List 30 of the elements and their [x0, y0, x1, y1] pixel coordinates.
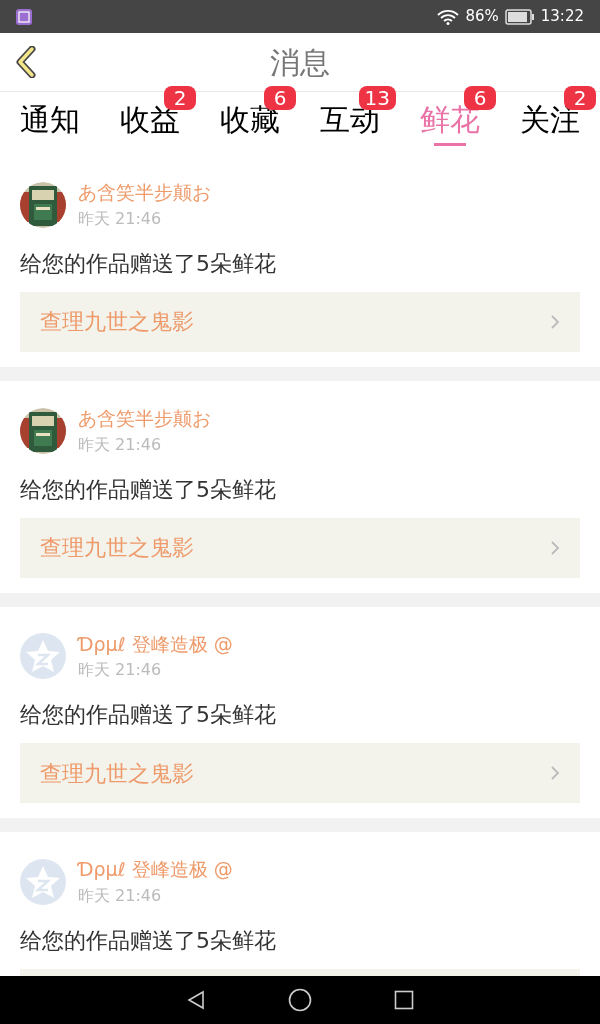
back-icon[interactable]	[186, 990, 206, 1010]
count-badge: 2	[164, 86, 196, 110]
message-text: 给您的作品赠送了5朵鲜花	[20, 249, 277, 278]
message-time: 昨天 21:46	[78, 660, 163, 681]
user-name: Ɗρμℓ 登峰造极 @	[78, 858, 233, 882]
wifi-icon	[437, 8, 460, 25]
page-title: 消息	[270, 43, 330, 82]
message-text: 给您的作品赠送了5朵鲜花	[20, 927, 277, 955]
message-time: 昨天 21:46	[78, 208, 163, 229]
user-name: あ含笑半步颠お	[78, 406, 211, 431]
home-icon[interactable]	[288, 988, 312, 1012]
battery-icon	[504, 8, 535, 25]
tab[interactable]: 互动 13	[300, 86, 400, 149]
chevron-right-icon	[550, 313, 560, 330]
star-avatar-icon	[20, 633, 66, 680]
user-name: Ɗρμℓ 登峰造极 @	[78, 632, 233, 657]
recents-icon[interactable]	[394, 990, 414, 1010]
star-avatar-icon	[20, 859, 66, 906]
user-name: あ含笑半步颠お	[78, 181, 211, 205]
message-text: 给您的作品赠送了5朵鲜花	[20, 701, 277, 730]
tab[interactable]: 通知	[0, 86, 100, 149]
count-badge: 6	[464, 86, 496, 110]
chevron-right-icon	[550, 765, 560, 782]
battery-percent: 86%	[465, 6, 499, 28]
clock: 13:22	[540, 6, 584, 28]
message-text: 给您的作品赠送了5朵鲜花	[20, 475, 277, 504]
gallery-icon	[16, 8, 32, 25]
chevron-right-icon	[550, 539, 560, 556]
message-time: 昨天 21:46	[78, 434, 163, 455]
message-time: 昨天 21:46	[78, 886, 163, 906]
